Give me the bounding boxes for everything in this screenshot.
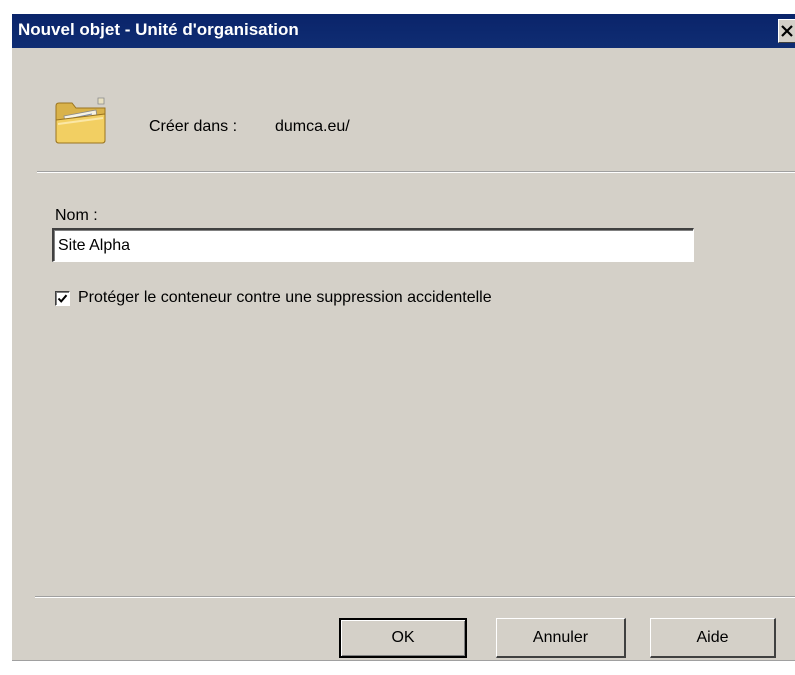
checkmark-icon <box>57 294 68 303</box>
window-title: Nouvel objet - Unité d'organisation <box>18 20 299 39</box>
close-button[interactable] <box>778 19 795 43</box>
ok-button[interactable]: OK <box>339 618 467 658</box>
protect-option[interactable]: Protéger le conteneur contre une suppres… <box>55 289 492 307</box>
protect-checkbox[interactable] <box>55 290 70 306</box>
protect-label: Protéger le conteneur contre une suppres… <box>78 289 492 306</box>
name-label: Nom : <box>55 207 98 224</box>
help-button[interactable]: Aide <box>650 618 776 658</box>
footer-separator <box>35 596 795 598</box>
create-in-path: dumca.eu/ <box>275 118 350 135</box>
new-object-dialog: Nouvel objet - Unité d'organisation Crée… <box>12 14 795 661</box>
title-bar[interactable]: Nouvel objet - Unité d'organisation <box>12 14 795 48</box>
close-icon <box>781 25 793 37</box>
cancel-button[interactable]: Annuler <box>496 618 626 658</box>
name-input[interactable] <box>52 228 694 262</box>
folder-ou-icon <box>52 94 110 146</box>
header-separator <box>37 171 795 173</box>
create-in-label: Créer dans : <box>149 118 238 135</box>
